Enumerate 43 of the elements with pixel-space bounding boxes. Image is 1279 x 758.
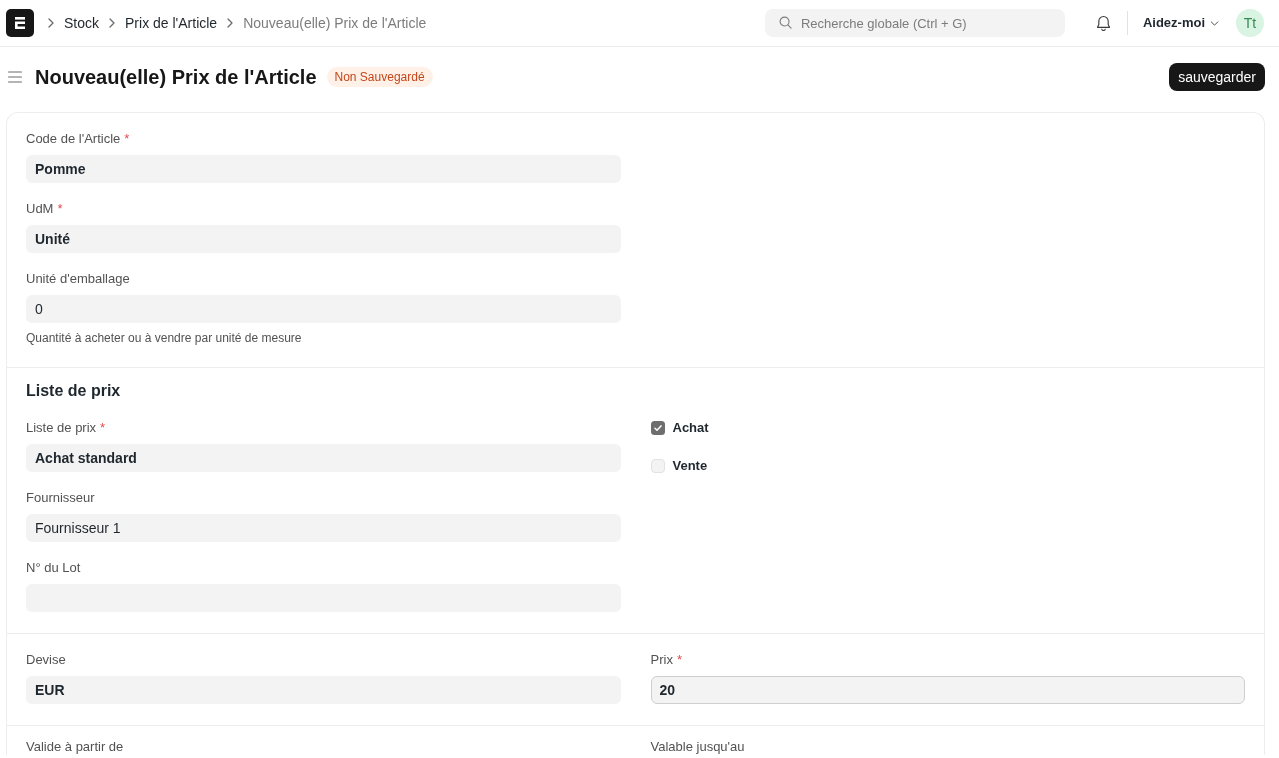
input-field[interactable]: Achat standard [26, 444, 621, 472]
required-mark: * [676, 652, 682, 668]
field-label: Valable jusqu'au [650, 739, 745, 755]
required-mark: * [124, 131, 130, 147]
input-field[interactable]: 0 [26, 295, 621, 323]
field-label: Valide à partir de [26, 739, 124, 755]
field-label: Fournisseur [26, 490, 95, 506]
chevron-down-icon [1210, 20, 1219, 26]
breadcrumb-link[interactable]: Stock [64, 12, 99, 34]
field-label: Devise [26, 652, 66, 668]
page-title: Nouveau(elle) Prix de l'Article [35, 65, 317, 90]
field-label: Unité d'emballage [26, 271, 130, 287]
section-heading: Liste de prix [26, 381, 122, 401]
status-badge: Non Sauvegardé [326, 67, 433, 87]
required-mark: * [57, 201, 63, 217]
field-label: Prix [650, 652, 673, 668]
field-label: Liste de prix [26, 420, 97, 436]
required-mark: * [100, 420, 106, 436]
breadcrumb-link[interactable]: Nouveau(elle) Prix de l'Article [243, 12, 427, 34]
help-menu[interactable]: Aidez-moi [1142, 13, 1219, 33]
chevron-right-icon [48, 18, 54, 28]
checkbox-label: Achat [672, 419, 709, 438]
field-label: Code de l'Article [26, 131, 121, 147]
field-label: UdM [26, 201, 54, 217]
input-field[interactable]: Fournisseur 1 [26, 514, 621, 542]
input-field[interactable]: Pomme [26, 155, 621, 183]
input-field[interactable]: Unité [26, 225, 621, 253]
chevron-right-icon [227, 18, 234, 28]
checkbox-label: Vente [672, 457, 708, 476]
chevron-right-icon [109, 18, 115, 28]
search-field[interactable]: Recherche globale (Ctrl + G) [764, 9, 1065, 37]
checkbox[interactable] [650, 421, 665, 435]
user-avatar[interactable]: Tt [1236, 9, 1264, 37]
search-icon [778, 16, 792, 29]
bell-icon[interactable] [1095, 14, 1111, 32]
breadcrumb-link[interactable]: Prix de l'Article [125, 12, 218, 34]
field-description: Quantité à acheter ou à vendre par unité de mesure [26, 330, 303, 346]
logo-icon[interactable] [6, 9, 34, 37]
input-field[interactable]: 20 [650, 676, 1245, 704]
input-field[interactable]: EUR [26, 676, 621, 704]
checkbox[interactable] [650, 459, 665, 473]
save-button[interactable]: sauvegarder [1169, 63, 1265, 91]
field-label: N° du Lot [26, 560, 81, 576]
